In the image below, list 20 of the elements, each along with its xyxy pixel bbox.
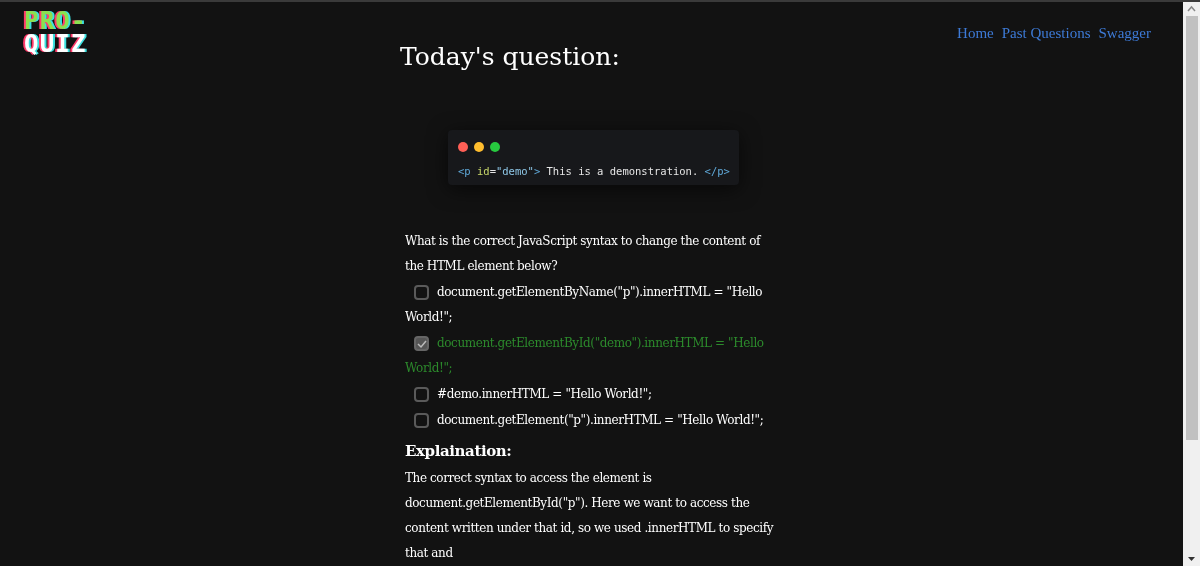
answer-checkbox[interactable] [414, 387, 429, 403]
nav-link[interactable]: Swagger [1098, 22, 1151, 45]
page-heading: Today's question: [400, 41, 621, 73]
answer-option[interactable]: document.getElement("p").innerHTML = "Hello World!"; [405, 408, 775, 434]
scrollbar-thumb[interactable] [1185, 16, 1198, 440]
explanation-title: Explaination: [405, 441, 513, 463]
nav-link[interactable]: Home [957, 22, 994, 45]
answer-checkbox[interactable] [414, 413, 429, 429]
answer-option[interactable]: document.getElementById("demo").innerHTML = "Hello World!"; [405, 331, 775, 382]
nav-link[interactable]: Past Questions [1001, 22, 1091, 45]
scrollbar[interactable] [1183, 2, 1200, 566]
answer-checkbox[interactable] [414, 336, 429, 352]
explanation-text: The correct syntax to access the element is document.getElementById("p"). Here we want to access the content written under that id, so we used .innerHTML to specify that and [405, 470, 775, 563]
question-text: What is the correct JavaScript syntax to change the content of the HTML element below? [405, 233, 762, 276]
answer-option[interactable]: document.getElementByName("p").innerHTML = "Hello World!"; [405, 280, 775, 331]
answer-checkbox[interactable] [414, 285, 429, 301]
code-snippet: <p id="demo"> This is a demonstration. </p> [458, 163, 729, 179]
logo[interactable]: PRO- QUIZ [24, 10, 87, 56]
check-icon [416, 338, 427, 349]
answer-option[interactable]: #demo.innerHTML = "Hello World!"; [405, 382, 775, 408]
